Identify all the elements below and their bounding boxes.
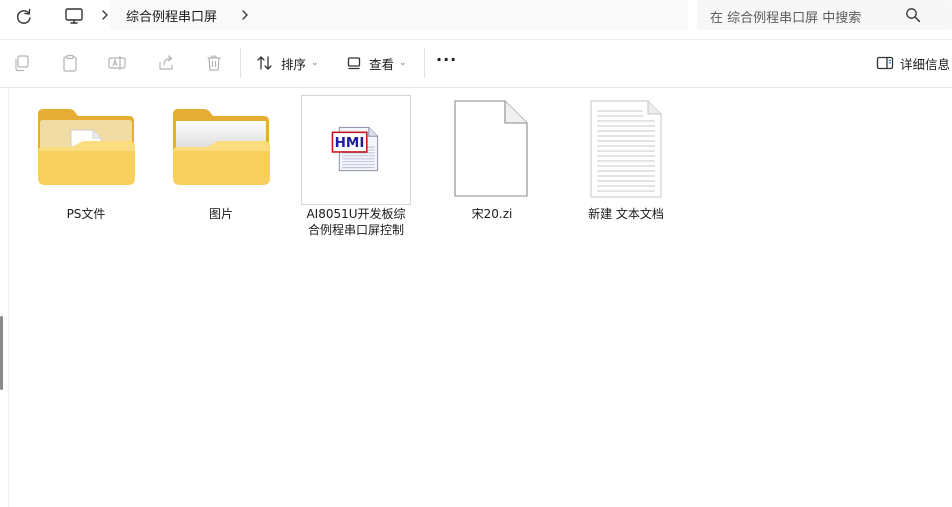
navigation-pane-edge [0,88,8,507]
file-item[interactable]: 新建 文本文档 [571,95,681,245]
pane-divider[interactable] [8,88,9,507]
details-label: 详细信息 [900,56,951,72]
search-input[interactable]: 在 综合例程串口屏 中搜索 [710,7,861,26]
file-name[interactable]: PS文件 [31,206,141,222]
toolbar-separator [240,48,241,78]
command-bar: 排序 ⌄ 查看 ⌄ ··· 详细信息 [0,40,952,87]
file-name[interactable]: 新建 文本文档 [571,206,681,222]
sort-label: 排序 [281,56,307,72]
folder-item[interactable]: PS文件 [31,95,141,245]
search-icon[interactable] [905,7,921,23]
text-file-icon [590,100,662,198]
view-icon [347,57,361,70]
rename-icon[interactable] [107,53,127,73]
blank-file-icon [454,100,528,197]
folder-item[interactable]: 图片 [166,95,276,245]
hmi-badge-text: HMI [334,135,365,151]
chevron-down-icon: ⌄ [399,58,407,68]
chevron-down-icon: ⌄ [311,58,319,68]
search-box[interactable]: 在 综合例程串口屏 中搜索 [697,0,952,30]
address-bar: 综合例程串口屏 在 综合例程串口屏 中搜索 [0,0,952,38]
share-icon[interactable] [156,53,176,73]
more-options-button[interactable]: ··· [436,50,460,74]
folder-icon [173,109,270,185]
chevron-right-icon[interactable] [238,7,252,23]
sort-icon [257,56,272,70]
delete-icon[interactable] [204,53,224,73]
toolbar-divider [0,87,952,88]
breadcrumb[interactable]: 综合例程串口屏 [110,0,688,30]
copy-icon[interactable] [12,53,32,73]
file-name[interactable]: AI8051U开发板综 合例程串口屏控制 [301,206,411,238]
file-item-selected[interactable]: HMI AI8051U开发板综 合例程串口屏控制 [301,95,411,245]
sort-button[interactable]: 排序 ⌄ [256,51,319,75]
folder-icon [38,109,135,185]
file-name[interactable]: 宋20.zi [437,206,547,222]
refresh-icon[interactable] [13,6,35,28]
file-item[interactable]: 宋20.zi [437,95,547,245]
navigation-scrollbar[interactable] [0,316,3,390]
details-pane-icon [876,56,894,70]
file-name-line2: 合例程串口屏控制 [307,223,404,237]
computer-icon[interactable] [64,6,84,26]
toolbar-separator [424,48,425,78]
file-name[interactable]: 图片 [166,206,276,222]
view-button[interactable]: 查看 ⌄ [346,51,407,75]
details-pane-button[interactable]: 详细信息 [876,51,950,75]
view-label: 查看 [369,56,395,72]
file-name-line1: AI8051U开发板综 [306,207,406,221]
paste-icon[interactable] [60,53,80,73]
breadcrumb-current-folder[interactable]: 综合例程串口屏 [126,6,217,25]
